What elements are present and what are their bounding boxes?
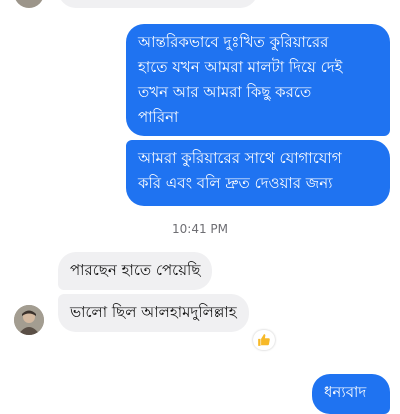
reaction-badge[interactable] <box>253 330 275 350</box>
message-bubble-incoming[interactable]: ভালো ছিল আলহামদুলিল্লাহ <box>58 294 249 332</box>
avatar[interactable] <box>14 305 44 335</box>
message-bubble-incoming[interactable]: পারছেন হাতে পেয়েছি <box>58 252 213 290</box>
message-bubble-outgoing[interactable]: ধন্যবাদ <box>312 374 390 414</box>
message-bubble-outgoing[interactable]: আমরা কুরিয়ারের সাথে যোগাযোগ করি এবং বলি… <box>126 140 390 206</box>
avatar-image <box>14 305 44 335</box>
message-bubble-outgoing[interactable]: আন্তরিকভাবে দুঃখিত কুরিয়ারের হাতে যখন আ… <box>126 24 390 136</box>
thumbs-up-icon <box>258 334 270 346</box>
message-bubble-cropped[interactable] <box>58 0 258 8</box>
avatar-top[interactable] <box>14 0 44 8</box>
message-timestamp: 10:41 PM <box>172 222 228 236</box>
